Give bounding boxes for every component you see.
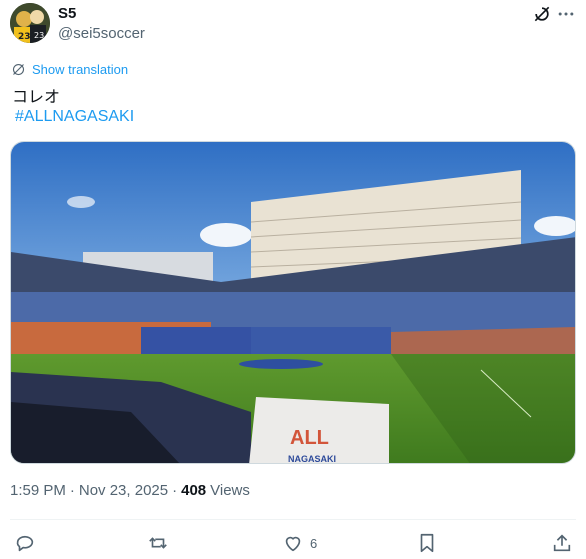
banner-text-2: NAGASAKI xyxy=(288,454,336,464)
author-display-name[interactable]: S5 xyxy=(58,5,76,22)
stadium-photo: ALL NAGASAKI xyxy=(11,142,575,464)
svg-text:23: 23 xyxy=(34,31,44,40)
views-label: Views xyxy=(210,482,250,499)
repost-icon xyxy=(149,537,167,549)
repost-button[interactable] xyxy=(147,530,169,556)
meta-separator: · xyxy=(69,482,75,499)
divider xyxy=(10,519,576,520)
action-bar: 6 xyxy=(10,530,576,556)
avatar-icon: 23 23 xyxy=(10,3,50,43)
bookmark-button[interactable] xyxy=(416,530,438,556)
grok-icon[interactable] xyxy=(532,4,552,24)
post-photo[interactable]: ALL NAGASAKI xyxy=(10,141,576,464)
post-metadata: 1:59 PM · Nov 23, 2025 · 408 Views xyxy=(10,482,250,499)
like-icon xyxy=(285,536,301,552)
bookmark-icon xyxy=(420,533,434,553)
more-options-icon[interactable] xyxy=(556,4,576,24)
share-button[interactable] xyxy=(551,530,573,556)
banner-text-1: ALL xyxy=(290,427,329,449)
like-count: 6 xyxy=(310,535,318,551)
svg-text:23: 23 xyxy=(18,32,31,42)
post-date[interactable]: Nov 23, 2025 xyxy=(79,482,168,499)
views-count: 408 xyxy=(181,482,207,499)
post-text: コレオ xyxy=(12,89,61,106)
show-translation-label[interactable]: Show translation xyxy=(32,62,128,77)
like-button[interactable]: 6 xyxy=(282,530,317,556)
reply-button[interactable] xyxy=(14,530,36,556)
translate-icon xyxy=(12,63,25,75)
reply-icon xyxy=(16,535,34,552)
post-time[interactable]: 1:59 PM xyxy=(10,482,66,499)
share-icon xyxy=(553,534,571,552)
post-hashtag[interactable]: #ALLNAGASAKI xyxy=(15,108,134,126)
author-handle[interactable]: @sei5soccer xyxy=(58,25,145,42)
author-avatar[interactable]: 23 23 xyxy=(10,3,50,43)
show-translation-link[interactable]: Show translation xyxy=(11,60,128,78)
meta-separator: · xyxy=(172,482,178,499)
post-header: 23 23 S5 @sei5soccer xyxy=(10,2,576,46)
